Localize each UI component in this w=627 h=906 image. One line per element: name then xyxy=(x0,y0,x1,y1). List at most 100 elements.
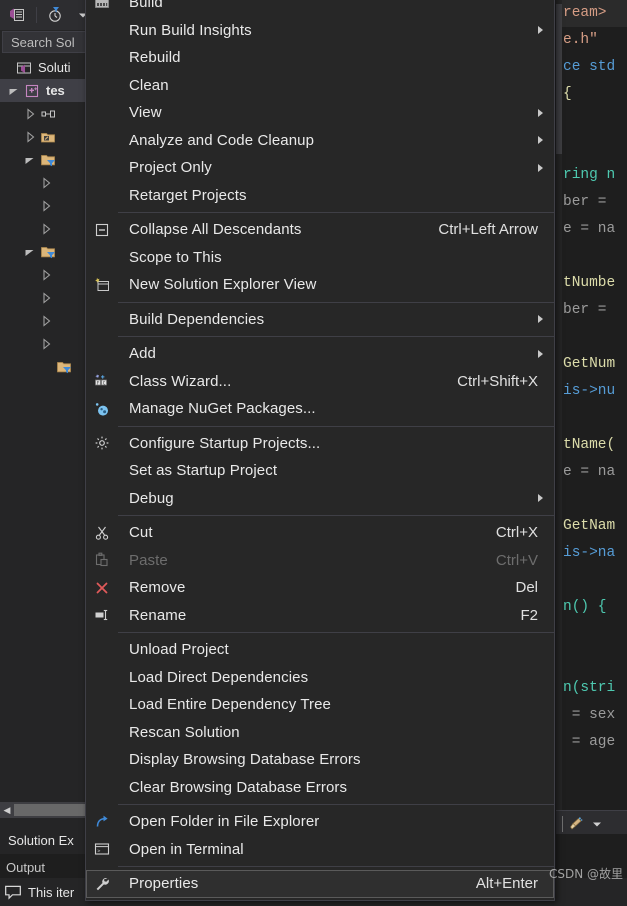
menu-item-view[interactable]: View xyxy=(86,99,554,127)
solution-view-icon[interactable] xyxy=(6,4,30,26)
menu-separator xyxy=(118,336,554,337)
submenu-arrow-icon xyxy=(538,494,543,503)
code-line: is->nu xyxy=(563,383,616,399)
paste-icon xyxy=(86,552,118,568)
menu-item-analyze-and-code-cleanup[interactable]: Analyze and Code Cleanup xyxy=(86,127,554,155)
project-context-menu[interactable]: Build Run Build Insights Rebuild Clean View A… xyxy=(85,0,555,901)
menu-item-run-build-insights[interactable]: Run Build Insights xyxy=(86,17,554,45)
tab-output[interactable]: Output xyxy=(0,860,51,875)
menu-item-unload-project[interactable]: Unload Project xyxy=(86,636,554,664)
chevron-right-icon[interactable] xyxy=(38,194,54,217)
menu-item-collapse-all-descendants[interactable]: Collapse All Descendants Ctrl+Left Arrow xyxy=(86,216,554,244)
tab-solution-explorer[interactable]: Solution Ex xyxy=(0,828,82,854)
menu-item-label: Clean xyxy=(129,76,169,94)
code-line: { xyxy=(563,86,572,102)
menu-item-rename[interactable]: Rename F2 xyxy=(86,602,554,630)
menu-item-label: Unload Project xyxy=(129,641,229,659)
chevron-right-icon[interactable] xyxy=(38,286,54,309)
menu-item-label: Collapse All Descendants xyxy=(129,221,302,239)
collapse-icon xyxy=(86,222,118,238)
menu-item-label: Run Build Insights xyxy=(129,21,252,39)
chevron-right-icon[interactable] xyxy=(38,217,54,240)
chevron-right-icon[interactable] xyxy=(22,125,38,148)
submenu-arrow-icon xyxy=(538,163,543,172)
tree-item-label: tes xyxy=(46,83,65,98)
menu-item-remove[interactable]: Remove Del xyxy=(86,574,554,602)
menu-item-load-direct-dependencies[interactable]: Load Direct Dependencies xyxy=(86,664,554,692)
menu-item-properties[interactable]: Properties Alt+Enter xyxy=(86,870,554,898)
menu-item-paste: Paste Ctrl+V xyxy=(86,547,554,575)
menu-item-rebuild[interactable]: Rebuild xyxy=(86,44,554,72)
menu-item-shortcut: Alt+Enter xyxy=(475,875,538,893)
menu-item-label: Retarget Projects xyxy=(129,186,247,204)
menu-item-load-entire-dependency-tree[interactable]: Load Entire Dependency Tree xyxy=(86,691,554,719)
chevron-right-icon[interactable] xyxy=(38,263,54,286)
menu-item-class-wizard[interactable]: F C Class Wizard... Ctrl+Shift+X xyxy=(86,368,554,396)
menu-item-manage-nuget-packages[interactable]: Manage NuGet Packages... xyxy=(86,395,554,423)
menu-item-display-browsing-database-errors[interactable]: Display Browsing Database Errors xyxy=(86,746,554,774)
nuget-icon xyxy=(86,401,118,417)
references-icon xyxy=(38,102,58,125)
chevron-down-icon[interactable] xyxy=(22,148,38,171)
code-editor[interactable]: ream> e.h" ce std {ring n ber = e = na tNumbe… xyxy=(556,0,627,906)
code-line: ring n xyxy=(563,167,616,183)
code-line: n() { xyxy=(563,599,607,615)
menu-separator xyxy=(118,212,554,213)
menu-item-open-in-terminal[interactable]: >_ Open in Terminal xyxy=(86,836,554,864)
menu-item-label: Scope to This xyxy=(129,248,222,266)
filter-folder-icon xyxy=(38,148,58,171)
open-folder-icon xyxy=(86,814,118,830)
chevron-right-icon[interactable] xyxy=(22,102,38,125)
menu-item-open-folder-in-file-explorer[interactable]: Open Folder in File Explorer xyxy=(86,808,554,836)
new-solution-explorer-view-icon xyxy=(86,277,118,293)
chevron-right-icon[interactable] xyxy=(38,171,54,194)
menu-separator xyxy=(118,632,554,633)
build-icon xyxy=(86,0,118,11)
broom-icon[interactable] xyxy=(568,816,584,832)
menu-item-label: Properties xyxy=(129,875,199,893)
solution-icon xyxy=(14,56,34,79)
message-icon xyxy=(4,883,22,901)
gear-icon xyxy=(86,435,118,451)
menu-item-debug[interactable]: Debug xyxy=(86,485,554,513)
chevron-right-icon[interactable] xyxy=(38,309,54,332)
menu-item-configure-startup-projects[interactable]: Configure Startup Projects... xyxy=(86,430,554,458)
code-line: ream> xyxy=(562,0,627,27)
menu-item-build-dependencies[interactable]: Build Dependencies xyxy=(86,306,554,334)
menu-item-label: View xyxy=(129,104,162,122)
code-line: e.h" xyxy=(563,32,598,48)
menu-separator xyxy=(118,301,554,303)
history-icon[interactable] xyxy=(43,4,67,26)
menu-item-label: Add xyxy=(129,345,156,363)
menu-item-label: Rebuild xyxy=(129,49,181,67)
code-line: = sex xyxy=(563,707,616,723)
code-line: ber = xyxy=(563,194,616,210)
chevron-right-icon[interactable] xyxy=(38,332,54,355)
menu-item-add[interactable]: Add xyxy=(86,340,554,368)
menu-item-label: Paste xyxy=(129,551,168,569)
menu-item-clean[interactable]: Clean xyxy=(86,72,554,100)
menu-item-clear-browsing-database-errors[interactable]: Clear Browsing Database Errors xyxy=(86,774,554,802)
cpp-project-icon xyxy=(22,79,42,102)
chevron-down-icon[interactable] xyxy=(22,240,38,263)
menu-item-retarget-projects[interactable]: Retarget Projects xyxy=(86,182,554,210)
code-line: tName( xyxy=(563,437,616,453)
dropdown-caret-icon[interactable] xyxy=(589,816,605,832)
code-line: GetNum xyxy=(563,356,616,372)
submenu-arrow-icon xyxy=(538,315,543,324)
external-dependencies-icon xyxy=(38,125,58,148)
toolbar-divider xyxy=(562,815,563,832)
menu-item-scope-to-this[interactable]: Scope to This xyxy=(86,244,554,272)
menu-item-cut[interactable]: Cut Ctrl+X xyxy=(86,519,554,547)
menu-item-build[interactable]: Build xyxy=(86,0,554,17)
code-line: e = na xyxy=(563,464,616,480)
menu-item-set-as-startup-project[interactable]: Set as Startup Project xyxy=(86,457,554,485)
chevron-down-icon[interactable] xyxy=(6,79,22,102)
menu-separator xyxy=(118,425,554,427)
menu-item-label: Configure Startup Projects... xyxy=(129,434,321,452)
menu-item-new-solution-explorer-view[interactable]: New Solution Explorer View xyxy=(86,271,554,299)
menu-item-project-only[interactable]: Project Only xyxy=(86,154,554,182)
class-wizard-icon: FC xyxy=(86,373,118,389)
scroll-left-arrow[interactable]: ◀ xyxy=(0,805,14,816)
menu-item-rescan-solution[interactable]: Rescan Solution xyxy=(86,719,554,747)
